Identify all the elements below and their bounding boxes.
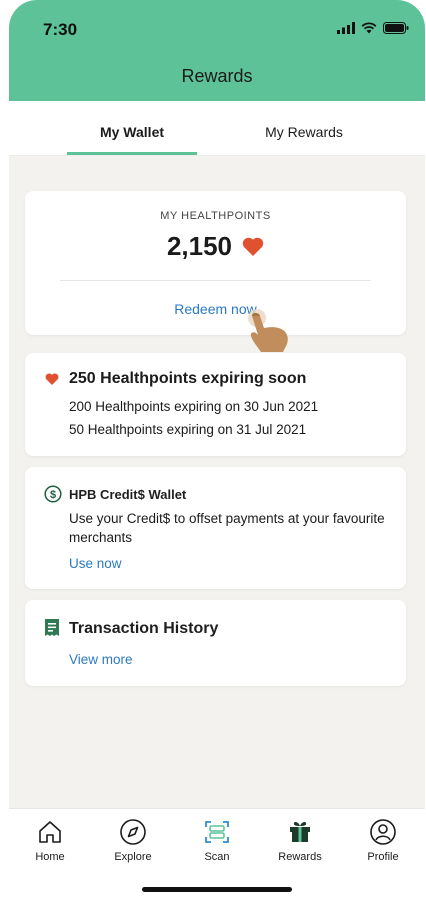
- nav-label: Explore: [114, 851, 152, 863]
- nav-label: Home: [35, 851, 65, 863]
- tap-hand-icon: [248, 309, 288, 352]
- expiry-card: 250 Healthpoints expiring soon 200 Healt…: [25, 353, 406, 456]
- battery-icon: [383, 22, 409, 34]
- profile-icon: [370, 819, 396, 845]
- expiry-title: 250 Healthpoints expiring soon: [69, 370, 307, 387]
- phone-screen: 7:30 Rewards My Wallet My Rewards MY HEA…: [9, 0, 425, 898]
- status-icons: [337, 22, 409, 34]
- nav-label: Profile: [367, 851, 399, 863]
- home-icon: [39, 821, 61, 843]
- transaction-history-title: Transaction History: [69, 620, 219, 637]
- receipt-icon: [45, 619, 59, 636]
- page-title: Rewards: [181, 66, 253, 86]
- heart-icon: [242, 237, 264, 256]
- transaction-history-card: Transaction History View more: [25, 600, 406, 686]
- dollar-coin-icon: $: [44, 485, 62, 503]
- view-more-link[interactable]: View more: [69, 652, 133, 667]
- tab-bar: My Wallet My Rewards: [9, 101, 425, 156]
- healthpoints-value: 2,150: [166, 231, 233, 261]
- redeem-now-link[interactable]: Redeem now: [25, 301, 406, 317]
- bottom-navigation: Home Explore Scan Rewards Profile: [9, 808, 425, 898]
- nav-home[interactable]: Home: [15, 815, 85, 863]
- healthpoints-label: MY HEALTHPOINTS: [160, 210, 271, 222]
- expiry-line: 200 Healthpoints expiring on 30 Jun 2021: [69, 399, 319, 414]
- gift-icon: [290, 822, 310, 842]
- scan-icon: [205, 821, 229, 843]
- credit-wallet-card: $ HPB Credit$ Wallet Use your Credit$ to…: [25, 467, 406, 589]
- expiry-line: 50 Healthpoints expiring on 31 Jul 2021: [69, 422, 307, 437]
- heart-icon: [45, 373, 59, 385]
- app-header: 7:30 Rewards: [9, 0, 425, 101]
- credit-wallet-title: HPB Credit$ Wallet: [69, 487, 187, 502]
- compass-icon: [120, 819, 146, 845]
- active-tab-indicator: [67, 152, 197, 155]
- use-now-link[interactable]: Use now: [69, 556, 122, 571]
- credit-wallet-description: Use your Credit$ to offset payments at y…: [69, 511, 385, 545]
- nav-label: Rewards: [278, 851, 322, 863]
- card-divider: [60, 280, 371, 281]
- nav-explore[interactable]: Explore: [98, 815, 168, 863]
- status-time: 7:30: [43, 20, 78, 39]
- nav-scan[interactable]: Scan: [182, 815, 252, 863]
- nav-rewards[interactable]: Rewards: [265, 815, 335, 863]
- wifi-icon: [361, 22, 377, 34]
- nav-profile[interactable]: Profile: [348, 815, 418, 863]
- tab-my-rewards[interactable]: My Rewards: [239, 124, 369, 140]
- wallet-content: MY HEALTHPOINTS 2,150 Redeem now 250 Hea…: [9, 156, 425, 808]
- healthpoints-value-row: 2,150: [25, 231, 406, 262]
- home-indicator: [142, 887, 292, 892]
- healthpoints-card: MY HEALTHPOINTS 2,150 Redeem now: [25, 191, 406, 352]
- signal-icon: [337, 22, 355, 34]
- nav-label: Scan: [204, 851, 230, 863]
- svg-text:$: $: [50, 489, 56, 501]
- tab-my-wallet[interactable]: My Wallet: [67, 124, 197, 140]
